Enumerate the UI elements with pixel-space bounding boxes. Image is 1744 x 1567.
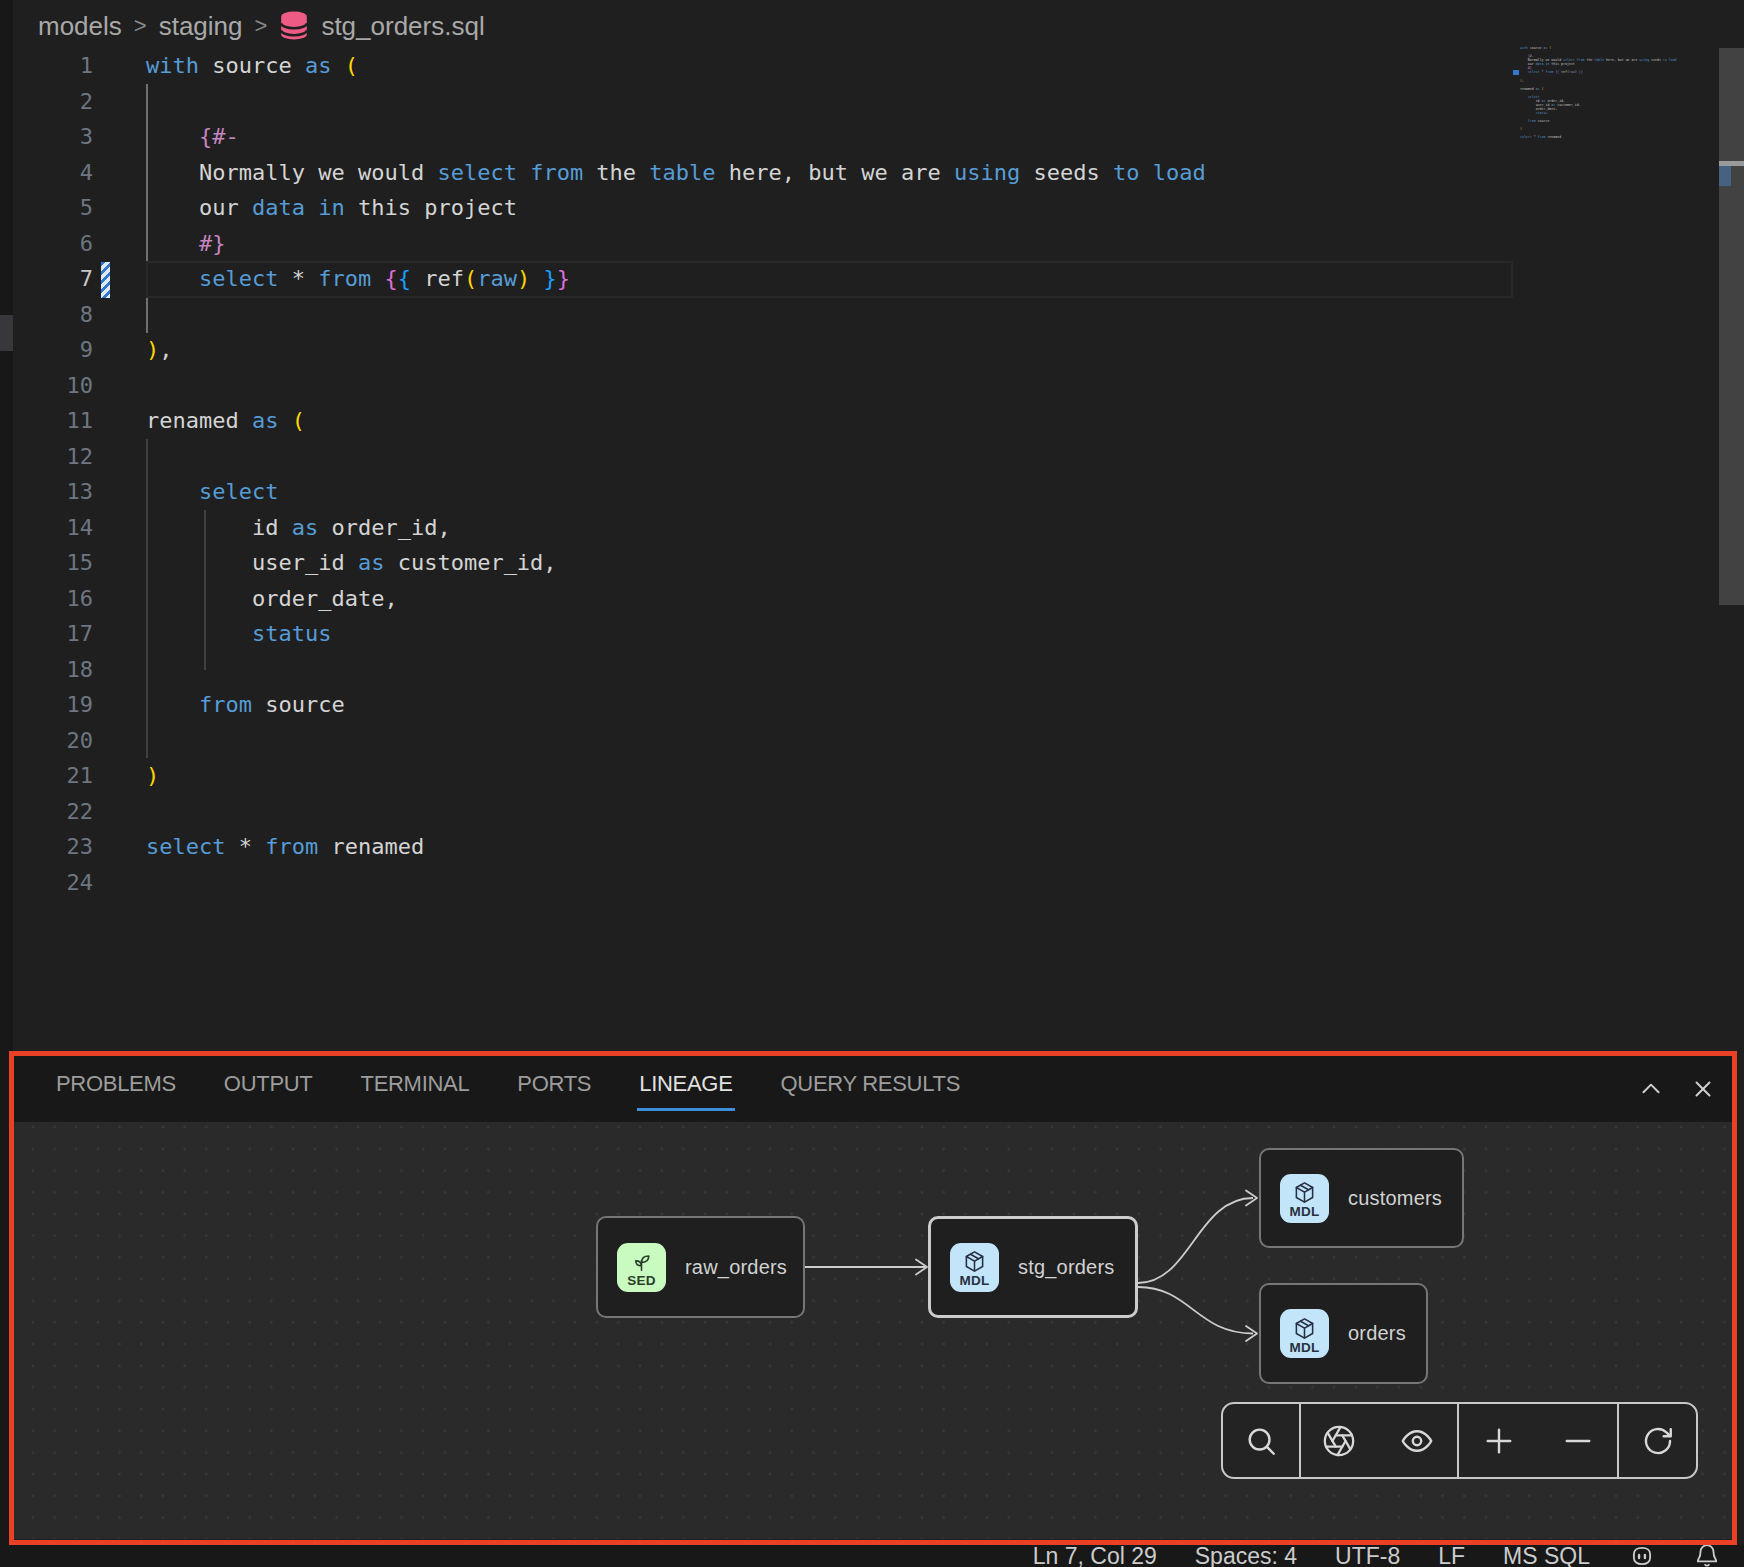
status-encoding[interactable]: UTF-8 — [1335, 1543, 1400, 1567]
code-text: our data in this project — [146, 190, 517, 226]
line-number: 19 — [13, 687, 93, 723]
status-indentation[interactable]: Spaces: 4 — [1195, 1543, 1297, 1567]
line-number: 11 — [13, 403, 93, 439]
status-cursor-position[interactable]: Ln 7, Col 29 — [1033, 1543, 1157, 1567]
code-line-21[interactable]: 21) — [13, 758, 1513, 794]
code-line-12[interactable]: 12 — [13, 439, 1513, 475]
code-text: id as order_id, — [146, 510, 451, 546]
code-text: renamed as ( — [146, 403, 305, 439]
line-number: 24 — [13, 865, 93, 901]
code-text: select — [146, 474, 278, 510]
code-line-3[interactable]: 3 {#- — [13, 119, 1513, 155]
line-number: 12 — [13, 439, 93, 475]
line-number: 7 — [13, 261, 93, 297]
code-text: from source — [146, 687, 345, 723]
line-number: 23 — [13, 829, 93, 865]
line-number: 17 — [13, 616, 93, 652]
sidebar-drag-handle[interactable] — [0, 315, 13, 351]
code-line-16[interactable]: 16 order_date, — [13, 581, 1513, 617]
database-icon — [279, 10, 309, 42]
line-number: 2 — [13, 84, 93, 120]
line-number: 16 — [13, 581, 93, 617]
breadcrumb: models > staging > stg_orders.sql — [38, 8, 485, 44]
annotation-rectangle — [9, 1051, 1737, 1545]
code-line-14[interactable]: 14 id as order_id, — [13, 510, 1513, 546]
breadcrumb-file[interactable]: stg_orders.sql — [321, 11, 484, 42]
code-text: Normally we would select from the table … — [146, 155, 1206, 191]
line-number: 14 — [13, 510, 93, 546]
code-line-18[interactable]: 18 — [13, 652, 1513, 688]
code-line-22[interactable]: 22 — [13, 794, 1513, 830]
code-line-15[interactable]: 15 user_id as customer_id, — [13, 545, 1513, 581]
minimap[interactable]: with source as ( {#- Normally we would s… — [1520, 46, 1720, 166]
code-line-20[interactable]: 20 — [13, 723, 1513, 759]
code-text: ) — [146, 758, 159, 794]
code-line-6[interactable]: 6 #} — [13, 226, 1513, 262]
current-line-highlight — [146, 261, 1513, 298]
code-text: {#- — [146, 119, 239, 155]
code-text: with source as ( — [146, 48, 358, 84]
code-line-2[interactable]: 2 — [13, 84, 1513, 120]
status-eol[interactable]: LF — [1438, 1543, 1465, 1567]
breadcrumb-item-staging[interactable]: staging — [159, 11, 243, 42]
code-line-17[interactable]: 17 status — [13, 616, 1513, 652]
status-bar: Ln 7, Col 29 Spaces: 4 UTF-8 LF MS SQL — [0, 1545, 1744, 1567]
line-number: 20 — [13, 723, 93, 759]
scrollbar-thumb[interactable] — [1719, 48, 1744, 605]
code-text: ), — [146, 332, 173, 368]
breadcrumb-item-models[interactable]: models — [38, 11, 122, 42]
code-line-4[interactable]: 4 Normally we would select from the tabl… — [13, 155, 1513, 191]
code-line-19[interactable]: 19 from source — [13, 687, 1513, 723]
line-number: 18 — [13, 652, 93, 688]
code-text: #} — [146, 226, 225, 262]
line-number: 15 — [13, 545, 93, 581]
line-number: 8 — [13, 297, 93, 333]
notifications-bell-icon[interactable] — [1694, 1543, 1720, 1567]
overview-ruler-modified-marker — [1719, 166, 1731, 186]
code-line-5[interactable]: 5 our data in this project — [13, 190, 1513, 226]
code-text: status — [146, 616, 331, 652]
line-number: 13 — [13, 474, 93, 510]
code-line-13[interactable]: 13 select — [13, 474, 1513, 510]
code-line-1[interactable]: 1 with source as ( — [13, 48, 1513, 84]
copilot-icon[interactable] — [1628, 1543, 1656, 1567]
modified-line-gutter-marker — [101, 262, 110, 298]
chevron-right-icon: > — [134, 13, 147, 39]
line-number: 3 — [13, 119, 93, 155]
line-number: 21 — [13, 758, 93, 794]
code-line-8[interactable]: 8 — [13, 297, 1513, 333]
line-number: 1 — [13, 48, 93, 84]
minimap-modified-marker — [1513, 70, 1519, 75]
code-line-24[interactable]: 24 — [13, 865, 1513, 901]
code-line-23[interactable]: 23 select * from renamed — [13, 829, 1513, 865]
code-editor[interactable]: 1with source as (23 {#-4 Normally we wou… — [13, 48, 1513, 900]
code-line-10[interactable]: 10 — [13, 368, 1513, 404]
code-text: order_date, — [146, 581, 398, 617]
line-number: 4 — [13, 155, 93, 191]
code-text: select * from renamed — [146, 829, 424, 865]
line-number: 5 — [13, 190, 93, 226]
code-line-11[interactable]: 11 renamed as ( — [13, 403, 1513, 439]
status-language-mode[interactable]: MS SQL — [1503, 1543, 1590, 1567]
chevron-right-icon: > — [255, 13, 268, 39]
code-line-9[interactable]: 9), — [13, 332, 1513, 368]
line-number: 22 — [13, 794, 93, 830]
line-number: 6 — [13, 226, 93, 262]
line-number: 9 — [13, 332, 93, 368]
line-number: 10 — [13, 368, 93, 404]
code-text: user_id as customer_id, — [146, 545, 557, 581]
